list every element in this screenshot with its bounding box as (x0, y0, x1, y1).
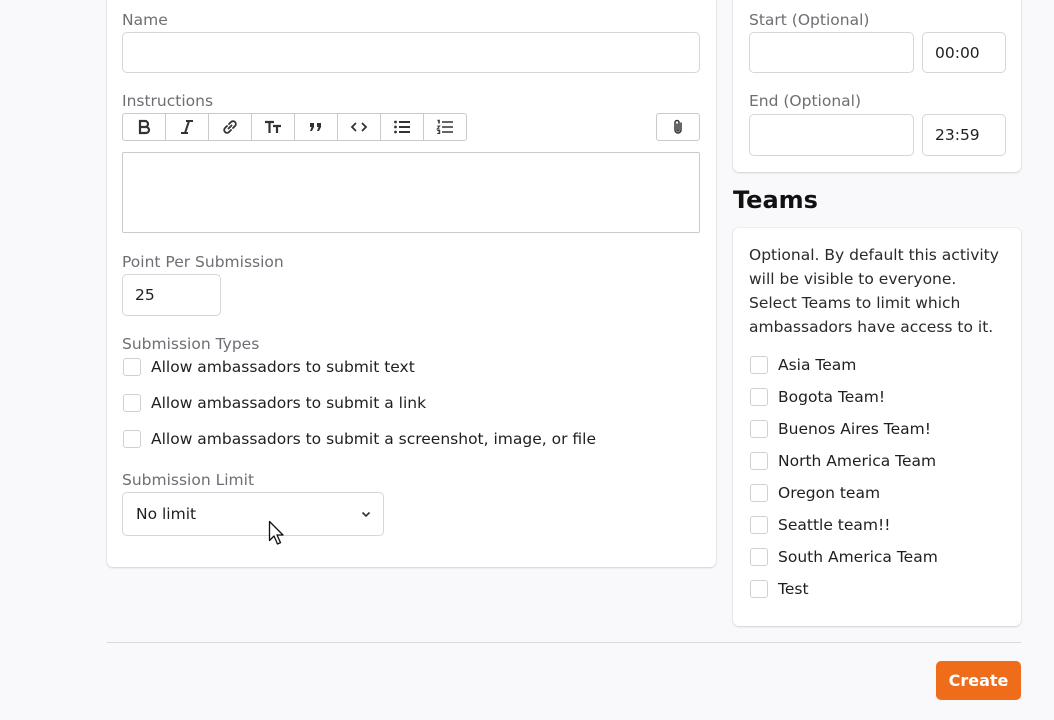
team-label: South America Team (778, 548, 938, 566)
code-icon[interactable] (338, 114, 381, 140)
checkbox[interactable] (750, 516, 768, 534)
team-label: Asia Team (778, 356, 857, 374)
checkbox[interactable] (750, 356, 768, 374)
submission-types-label: Submission Types (122, 335, 260, 353)
team-item[interactable]: Buenos Aires Team! (750, 420, 931, 438)
checkbox[interactable] (750, 484, 768, 502)
paperclip-icon[interactable] (656, 113, 700, 141)
submission-type-label: Allow ambassadors to submit a link (151, 394, 427, 412)
team-label: Seattle team!! (778, 516, 891, 534)
teams-description: Optional. By default this activity will … (749, 246, 999, 336)
team-item[interactable]: North America Team (750, 452, 936, 470)
name-input[interactable] (122, 32, 700, 73)
team-label: Buenos Aires Team! (778, 420, 931, 438)
end-time-input[interactable]: 23:59 (922, 114, 1006, 156)
start-label: Start (Optional) (749, 11, 870, 29)
submission-type-text[interactable]: Allow ambassadors to submit text (123, 358, 415, 376)
checkbox[interactable] (123, 394, 141, 412)
team-label: Test (778, 580, 809, 598)
team-label: Bogota Team! (778, 388, 886, 406)
submission-limit-label: Submission Limit (122, 471, 255, 489)
checkbox[interactable] (750, 548, 768, 566)
create-button[interactable]: Create (936, 661, 1021, 700)
footer-divider (107, 642, 1021, 643)
submission-limit-value: No limit (136, 505, 197, 523)
submission-type-label: Allow ambassadors to submit text (151, 358, 415, 376)
submission-type-file[interactable]: Allow ambassadors to submit a screenshot… (123, 430, 596, 448)
checkbox[interactable] (123, 358, 141, 376)
points-input[interactable]: 25 (122, 274, 221, 316)
team-item[interactable]: South America Team (750, 548, 938, 566)
teams-title: Teams (733, 186, 818, 214)
heading-icon[interactable] (252, 114, 295, 140)
team-label: North America Team (778, 452, 937, 470)
team-item[interactable]: Bogota Team! (750, 388, 885, 406)
bullet-list-icon[interactable] (381, 114, 424, 140)
team-item[interactable]: Oregon team (750, 484, 880, 502)
submission-type-link[interactable]: Allow ambassadors to submit a link (123, 394, 426, 412)
team-item[interactable]: Test (750, 580, 809, 598)
points-label: Point Per Submission (122, 253, 284, 271)
end-label: End (Optional) (749, 92, 862, 110)
mouse-cursor-icon (268, 520, 284, 545)
checkbox[interactable] (750, 388, 768, 406)
team-item[interactable]: Seattle team!! (750, 516, 890, 534)
link-icon[interactable] (209, 114, 252, 140)
submission-limit-select[interactable]: No limit (122, 492, 384, 536)
start-time-input[interactable]: 00:00 (922, 32, 1006, 73)
quote-icon[interactable] (295, 114, 338, 140)
chevron-down-icon (361, 511, 371, 518)
checkbox[interactable] (123, 430, 141, 448)
checkbox[interactable] (750, 420, 768, 438)
bold-icon[interactable] (123, 114, 166, 140)
team-item[interactable]: Asia Team (750, 356, 856, 374)
instructions-label: Instructions (122, 92, 214, 110)
instructions-editor[interactable] (122, 152, 700, 233)
italic-icon[interactable] (166, 114, 209, 140)
end-date-input[interactable] (749, 114, 914, 156)
team-label: Oregon team (778, 484, 881, 502)
numbered-list-icon[interactable] (424, 114, 466, 140)
checkbox[interactable] (750, 580, 768, 598)
name-label: Name (122, 11, 168, 29)
formatting-toolbar (122, 113, 467, 141)
checkbox[interactable] (750, 452, 768, 470)
submission-type-label: Allow ambassadors to submit a screenshot… (151, 430, 597, 448)
start-date-input[interactable] (749, 32, 914, 73)
